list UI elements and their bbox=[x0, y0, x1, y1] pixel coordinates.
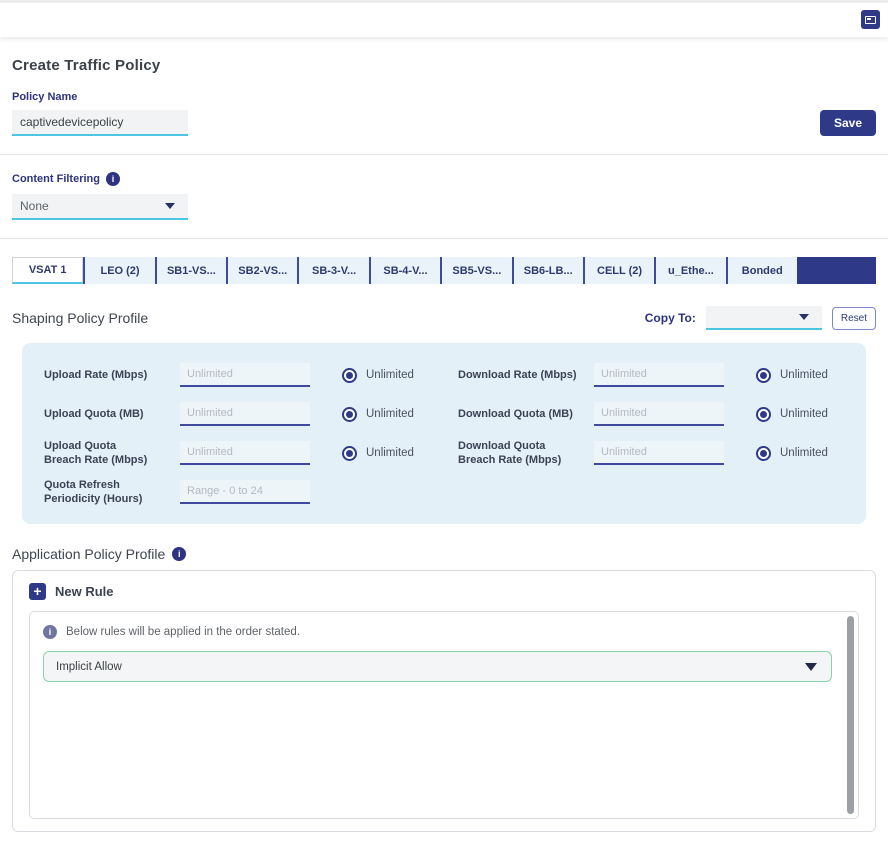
window-icon-button[interactable] bbox=[861, 10, 880, 29]
chevron-down-icon bbox=[805, 663, 817, 671]
content-filtering-value: None bbox=[20, 199, 49, 213]
radio-selected-icon bbox=[342, 368, 357, 383]
field-row: Download Quota Breach Rate (Mbps) Unlimi… bbox=[458, 438, 856, 468]
page-title: Create Traffic Policy bbox=[12, 57, 876, 74]
tab-sb4[interactable]: SB-4-V... bbox=[369, 257, 440, 284]
field-row: Upload Quota Breach Rate (Mbps) Unlimite… bbox=[44, 438, 442, 468]
field-row: Upload Rate (Mbps) Unlimited bbox=[44, 360, 442, 390]
quota-refresh-label: Quota Refresh Periodicity (Hours) bbox=[44, 478, 168, 507]
upload-rate-unlimited-radio[interactable]: Unlimited bbox=[342, 368, 442, 383]
shaping-policy-panel: Upload Rate (Mbps) Unlimited Download Ra… bbox=[22, 343, 866, 524]
tab-strip-filler bbox=[797, 257, 876, 284]
upload-breach-rate-input[interactable] bbox=[180, 441, 310, 465]
radio-selected-icon bbox=[756, 368, 771, 383]
chevron-down-icon bbox=[799, 314, 809, 320]
radio-selected-icon bbox=[342, 446, 357, 461]
quota-refresh-input[interactable] bbox=[180, 480, 310, 504]
new-rule-button[interactable]: + New Rule bbox=[29, 583, 114, 600]
tab-sb3[interactable]: SB-3-V... bbox=[297, 257, 368, 284]
tab-bonded[interactable]: Bonded bbox=[726, 257, 797, 284]
content-filtering-dropdown[interactable]: None bbox=[12, 194, 188, 220]
info-icon[interactable]: i bbox=[106, 172, 120, 186]
application-policy-box: + New Rule i Below rules will be applied… bbox=[12, 570, 876, 832]
copy-to-label: Copy To: bbox=[645, 311, 696, 325]
field-row: Download Quota (MB) Unlimited bbox=[458, 399, 856, 429]
shaping-policy-title: Shaping Policy Profile bbox=[12, 310, 148, 326]
plus-icon: + bbox=[29, 583, 46, 600]
content-filtering-label: Content Filtering bbox=[12, 173, 100, 185]
download-breach-rate-input[interactable] bbox=[594, 441, 724, 465]
upload-quota-unlimited-radio[interactable]: Unlimited bbox=[342, 407, 442, 422]
download-quota-input[interactable] bbox=[594, 402, 724, 426]
copy-to-dropdown[interactable] bbox=[706, 306, 822, 330]
create-traffic-policy-page: Create Traffic Policy Policy Name Save C… bbox=[0, 57, 888, 850]
policy-name-label: Policy Name bbox=[12, 91, 876, 103]
divider bbox=[0, 154, 888, 155]
info-icon: i bbox=[43, 625, 57, 639]
upload-quota-label: Upload Quota (MB) bbox=[44, 407, 168, 421]
download-quota-label: Download Quota (MB) bbox=[458, 407, 582, 421]
upload-breach-rate-label: Upload Quota Breach Rate (Mbps) bbox=[44, 439, 168, 468]
tab-sb1[interactable]: SB1-VS... bbox=[155, 257, 226, 284]
tab-vsat1[interactable]: VSAT 1 bbox=[12, 257, 83, 284]
download-rate-unlimited-radio[interactable]: Unlimited bbox=[756, 368, 856, 383]
field-row: Download Rate (Mbps) Unlimited bbox=[458, 360, 856, 390]
implicit-allow-rule-dropdown[interactable]: Implicit Allow bbox=[43, 651, 832, 682]
upload-quota-input[interactable] bbox=[180, 402, 310, 426]
field-row: Quota Refresh Periodicity (Hours) bbox=[44, 477, 442, 507]
rules-info-text: Below rules will be applied in the order… bbox=[66, 626, 300, 638]
divider bbox=[0, 238, 888, 239]
reset-button[interactable]: Reset bbox=[832, 307, 876, 330]
field-row: Upload Quota (MB) Unlimited bbox=[44, 399, 442, 429]
top-app-bar bbox=[0, 0, 888, 37]
tab-sb2[interactable]: SB2-VS... bbox=[226, 257, 297, 284]
tab-sb6[interactable]: SB6-LB... bbox=[512, 257, 583, 284]
window-icon bbox=[865, 16, 876, 24]
interface-tab-strip: VSAT 1 LEO (2) SB1-VS... SB2-VS... SB-3-… bbox=[12, 257, 876, 284]
tab-cell[interactable]: CELL (2) bbox=[583, 257, 654, 284]
radio-selected-icon bbox=[342, 407, 357, 422]
download-rate-input[interactable] bbox=[594, 363, 724, 387]
download-breach-rate-label: Download Quota Breach Rate (Mbps) bbox=[458, 439, 582, 468]
download-quota-unlimited-radio[interactable]: Unlimited bbox=[756, 407, 856, 422]
download-breach-unlimited-radio[interactable]: Unlimited bbox=[756, 446, 856, 461]
tab-u-ethernet[interactable]: u_Ethe... bbox=[654, 257, 725, 284]
radio-selected-icon bbox=[756, 446, 771, 461]
tab-leo[interactable]: LEO (2) bbox=[83, 257, 154, 284]
upload-rate-input[interactable] bbox=[180, 363, 310, 387]
rules-list-box: i Below rules will be applied in the ord… bbox=[29, 611, 859, 819]
info-icon[interactable]: i bbox=[172, 547, 186, 561]
upload-breach-unlimited-radio[interactable]: Unlimited bbox=[342, 446, 442, 461]
chevron-down-icon bbox=[165, 203, 175, 209]
upload-rate-label: Upload Rate (Mbps) bbox=[44, 368, 168, 382]
application-policy-title: Application Policy Profile bbox=[12, 546, 165, 562]
tab-sb5[interactable]: SB5-VS... bbox=[440, 257, 511, 284]
rule-value: Implicit Allow bbox=[56, 661, 122, 673]
policy-name-input[interactable] bbox=[12, 110, 188, 136]
download-rate-label: Download Rate (Mbps) bbox=[458, 368, 582, 382]
save-button-top[interactable]: Save bbox=[820, 110, 876, 136]
radio-selected-icon bbox=[756, 407, 771, 422]
vertical-scrollbar-thumb[interactable] bbox=[847, 616, 854, 814]
